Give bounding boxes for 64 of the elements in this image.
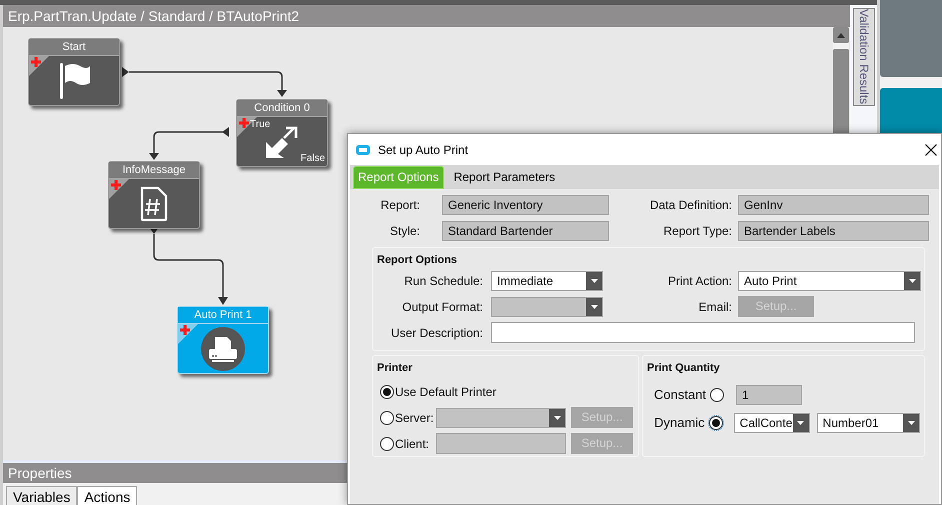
field-label: Style: <box>388 223 420 240</box>
document-icon <box>139 186 169 222</box>
scroll-up-button[interactable] <box>833 27 849 43</box>
read-only-field: 1 <box>736 384 802 404</box>
properties-tab[interactable]: Actions <box>77 486 138 505</box>
workflow-node[interactable]: Condition 0 True False <box>236 99 328 167</box>
caret-icon <box>590 279 598 283</box>
properties-tab[interactable]: Variables <box>6 486 78 505</box>
radio-button[interactable] <box>380 384 394 398</box>
read-only-field: GenInv <box>738 195 929 215</box>
printer-icon <box>200 326 246 372</box>
caret-icon <box>554 416 560 420</box>
add-icon[interactable] <box>31 57 41 67</box>
caret-icon <box>837 32 845 38</box>
field-label: Report Type: <box>662 223 732 240</box>
node-title: InfoMessage <box>109 162 199 179</box>
close-button[interactable] <box>923 142 939 158</box>
field-label: Report: <box>380 197 420 214</box>
dialog-tab[interactable]: Report Parameters <box>448 166 562 189</box>
read-only-field: Bartender Labels <box>738 221 929 241</box>
radio-button[interactable] <box>380 436 394 450</box>
field-label: User Description: <box>390 324 483 342</box>
field-label: Email: <box>698 298 732 316</box>
node-title: Condition 0 <box>237 100 327 117</box>
caret-icon <box>797 420 804 424</box>
window-icon <box>356 144 370 154</box>
field-label: Output Format: <box>401 298 483 316</box>
field-label: Run Schedule: <box>403 273 483 290</box>
false-label: False <box>300 153 325 165</box>
dialog-title: Set up Auto Print <box>378 142 468 158</box>
input-field[interactable] <box>436 433 566 454</box>
designer-title: Erp.PartTran.Update / Standard / BTAutoPrint2 <box>3 5 850 27</box>
field-label: Print Action: <box>666 273 732 290</box>
caret-icon <box>590 304 598 308</box>
workflow-node[interactable]: InfoMessage <box>108 161 200 229</box>
dropdown[interactable]: Number01 <box>816 412 920 432</box>
true-label: True <box>250 119 270 131</box>
group-title: Print Quantity <box>647 361 720 375</box>
dropdown[interactable]: Auto Print <box>738 271 921 291</box>
add-icon[interactable] <box>111 180 121 190</box>
workflow-node[interactable]: Start <box>28 38 120 106</box>
radio-label: Dynamic <box>654 414 705 432</box>
add-icon[interactable] <box>239 118 249 128</box>
caret-icon <box>908 420 914 424</box>
radio-label: Server: <box>395 410 435 426</box>
radio-button[interactable] <box>708 416 723 430</box>
node-title: Start <box>29 39 119 56</box>
caret-icon <box>908 279 916 283</box>
radio-button[interactable] <box>380 410 394 424</box>
group-title: Report Options <box>377 253 458 267</box>
radio-button[interactable] <box>710 388 724 402</box>
read-only-field: Generic Inventory <box>442 195 609 215</box>
dropdown[interactable] <box>436 408 566 428</box>
dropdown[interactable]: CallConte <box>734 412 810 432</box>
dropdown[interactable]: Immediate <box>491 271 603 291</box>
validation-results-tab[interactable]: Validation Results <box>853 8 875 106</box>
group-title: Printer <box>377 361 412 375</box>
radio-label: Use Default Printer <box>395 384 496 400</box>
radio-label: Constant <box>654 386 706 404</box>
radio-label: Client: <box>395 436 430 452</box>
field-label: Data Definition: <box>648 197 732 214</box>
input-field[interactable] <box>491 322 915 343</box>
node-title: Auto Print 1 <box>178 307 268 324</box>
read-only-field: Standard Bartender <box>442 221 609 241</box>
